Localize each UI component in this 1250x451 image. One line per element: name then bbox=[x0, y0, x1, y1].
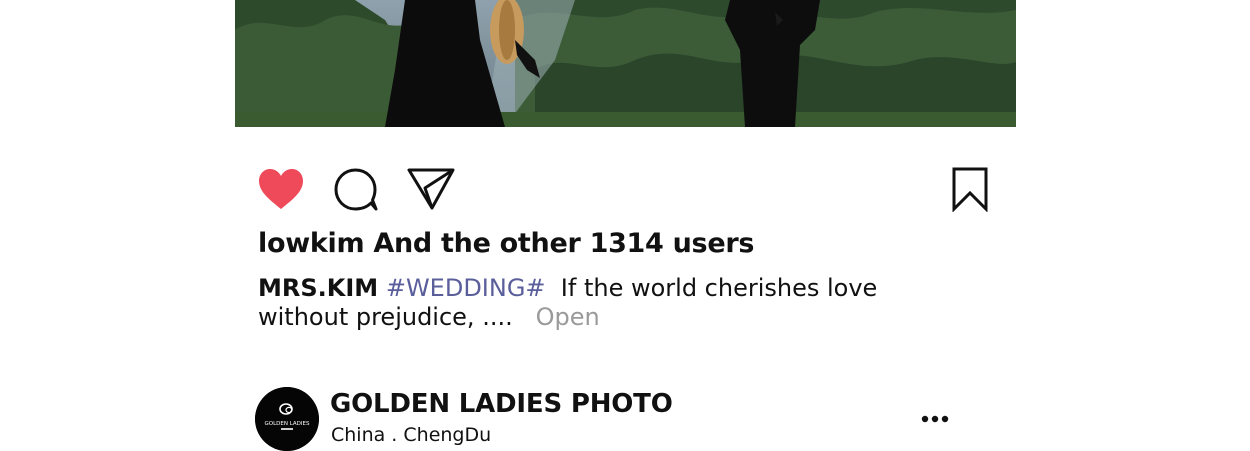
comment-bubble-icon[interactable] bbox=[333, 166, 379, 212]
likes-summary[interactable]: lowkim And the other 1314 users bbox=[258, 228, 754, 259]
avatar-logo-text: GOLDEN LADIES bbox=[264, 421, 310, 427]
post-location[interactable]: China . ChengDu bbox=[331, 424, 491, 446]
account-avatar[interactable]: GOLDEN LADIES bbox=[255, 387, 319, 451]
bookmark-icon[interactable] bbox=[950, 166, 990, 213]
caption-hashtag[interactable]: #WEDDING# bbox=[386, 274, 546, 302]
like-heart-icon[interactable] bbox=[256, 166, 306, 212]
post-caption: MRS.KIM #WEDDING# If the world cherishes… bbox=[258, 274, 958, 332]
share-paper-plane-icon[interactable] bbox=[406, 166, 456, 212]
caption-username[interactable]: MRS.KIM bbox=[258, 274, 378, 302]
caption-open-link[interactable]: Open bbox=[536, 303, 600, 331]
more-options-icon[interactable] bbox=[918, 408, 952, 428]
account-name[interactable]: GOLDEN LADIES PHOTO bbox=[330, 389, 673, 419]
post-photo[interactable] bbox=[235, 0, 1016, 127]
